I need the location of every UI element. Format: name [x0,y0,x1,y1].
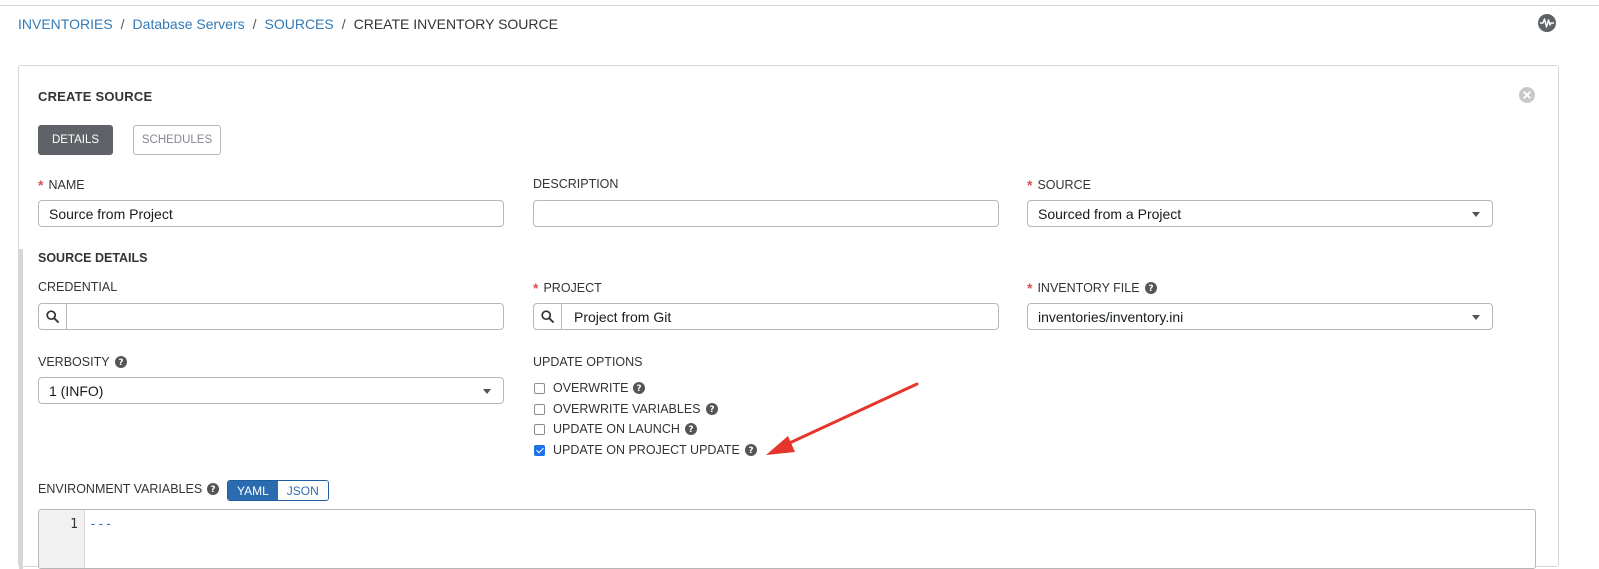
verbosity-value: 1 (INFO) [49,382,104,399]
project-label-text: PROJECT [543,281,602,295]
help-icon[interactable]: ? [633,382,646,394]
activity-stream-icon[interactable] [1538,14,1556,32]
breadcrumb-separator: / [341,16,346,32]
source-label: * SOURCE [1027,177,1091,193]
yaml-toggle-button[interactable]: YAML [228,481,278,500]
tab-details[interactable]: DETAILS [38,125,113,155]
overwrite-variables-label: OVERWRITE VARIABLES [553,402,701,416]
verbosity-label-text: VERBOSITY [38,355,110,369]
top-divider [0,5,1599,6]
update-options-label-text: UPDATE OPTIONS [533,355,643,369]
breadcrumb-separator: / [252,16,257,32]
svg-text:?: ? [709,405,714,415]
svg-text:?: ? [688,425,693,435]
credential-label-text: CREDENTIAL [38,280,118,294]
required-mark: * [1027,177,1033,193]
overwrite-variables-checkbox[interactable] [534,403,545,415]
credential-input[interactable] [67,304,503,329]
update-on-project-update-option: UPDATE ON PROJECT UPDATE ? [534,442,757,458]
update-on-launch-option: UPDATE ON LAUNCH ? [534,421,697,437]
credential-search-button[interactable] [39,304,67,329]
inventory-file-select[interactable]: inventories/inventory.ini [1027,303,1493,330]
tab-schedules[interactable]: SCHEDULES [133,125,221,155]
overwrite-label: OVERWRITE [553,381,629,395]
credential-lookup [38,303,504,330]
help-icon[interactable]: ? [114,356,127,368]
name-label: * NAME [38,177,85,193]
name-input[interactable]: Source from Project [38,200,504,227]
help-icon[interactable]: ? [684,423,697,435]
description-label: DESCRIPTION [533,177,618,191]
name-label-text: NAME [48,178,85,192]
breadcrumb-sources[interactable]: SOURCES [265,16,334,32]
chevron-down-icon [1472,212,1480,217]
create-source-panel: CREATE SOURCE DETAILS SCHEDULES * NAME S… [18,65,1559,569]
editor-gutter: 1 [39,510,85,568]
breadcrumb: INVENTORIES / Database Servers / SOURCES… [18,16,558,32]
chevron-down-icon [483,389,491,394]
project-input[interactable]: Project from Git [562,304,998,329]
inventory-file-value: inventories/inventory.ini [1038,308,1184,325]
environment-variables-label-text: ENVIRONMENT VARIABLES [38,482,203,496]
source-details-title: SOURCE DETAILS [38,251,148,265]
update-on-project-update-checkbox[interactable] [534,444,545,456]
svg-text:?: ? [1148,284,1153,294]
name-input-value: Source from Project [49,205,173,222]
credential-label: CREDENTIAL [38,280,117,294]
update-on-launch-label: UPDATE ON LAUNCH [553,422,680,436]
svg-text:?: ? [637,384,642,394]
inventory-file-label-text: INVENTORY FILE [1037,281,1140,295]
format-toggle: YAML JSON [227,480,329,501]
project-label: * PROJECT [533,280,602,296]
svg-text:?: ? [211,485,216,495]
breadcrumb-current: CREATE INVENTORY SOURCE [353,16,558,32]
environment-variables-editor[interactable]: 1 --- [38,509,1536,569]
verbosity-label: VERBOSITY ? [38,355,127,369]
overwrite-checkbox[interactable] [534,382,545,394]
project-lookup: Project from Git [533,303,999,330]
update-on-project-update-label: UPDATE ON PROJECT UPDATE [553,443,740,457]
description-input[interactable] [533,200,999,227]
environment-variables-label: ENVIRONMENT VARIABLES ? [38,482,220,496]
project-search-button[interactable] [534,304,562,329]
help-icon[interactable]: ? [744,444,757,456]
update-options-label: UPDATE OPTIONS [533,355,643,369]
search-icon [46,310,59,323]
chevron-down-icon [1472,315,1480,320]
inventory-file-label: * INVENTORY FILE ? [1027,280,1157,296]
help-icon[interactable]: ? [207,483,220,495]
required-mark: * [533,280,539,296]
source-select[interactable]: Sourced from a Project [1027,200,1493,227]
json-toggle-button[interactable]: JSON [277,481,328,500]
line-number: 1 [70,517,78,532]
help-icon[interactable]: ? [1144,282,1157,294]
close-icon[interactable] [1519,87,1535,103]
svg-text:?: ? [118,358,123,368]
overwrite-option: OVERWRITE ? [534,380,646,396]
search-icon [541,310,554,323]
breadcrumb-separator: / [120,16,125,32]
verbosity-select[interactable]: 1 (INFO) [38,377,504,404]
panel-title: CREATE SOURCE [38,89,153,104]
help-icon[interactable]: ? [705,403,718,415]
required-mark: * [1027,280,1033,296]
description-label-text: DESCRIPTION [533,177,619,191]
breadcrumb-inventories[interactable]: INVENTORIES [18,16,113,32]
source-label-text: SOURCE [1037,178,1091,192]
required-mark: * [38,177,44,193]
svg-text:?: ? [748,446,753,456]
overwrite-variables-option: OVERWRITE VARIABLES ? [534,401,718,417]
breadcrumb-database-servers[interactable]: Database Servers [133,16,245,32]
source-details-indicator [19,249,23,569]
update-on-launch-checkbox[interactable] [534,423,545,435]
source-select-value: Sourced from a Project [1038,205,1182,222]
editor-content[interactable]: --- [89,517,112,532]
